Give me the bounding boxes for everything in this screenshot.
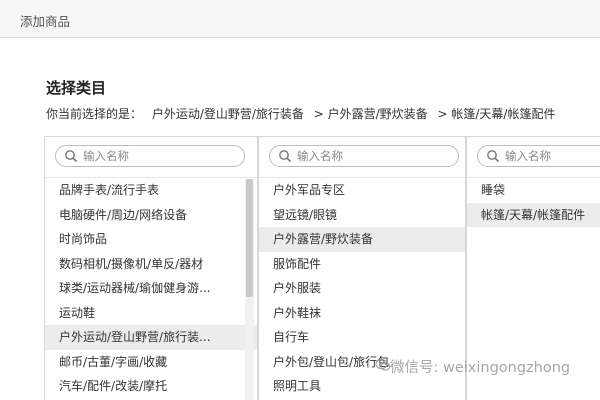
list-item-selected[interactable]: 户外运动/登山野营/旅行装... — [45, 325, 257, 350]
list-item-selected[interactable]: 户外露营/野炊装备 — [259, 227, 465, 252]
search-input[interactable] — [505, 147, 600, 165]
breadcrumb-item: > 户外露营/野炊装备 — [313, 107, 428, 121]
list-item[interactable]: 睡袋 — [467, 178, 600, 203]
list-item[interactable]: 运动鞋 — [45, 301, 257, 326]
list-item[interactable]: 户外鞋袜 — [259, 301, 465, 326]
category-list: 品牌手表/流行手表 电脑硬件/周边/网络设备 时尚饰品 数码相机/摄像机/单反/… — [45, 177, 257, 399]
search-icon — [65, 150, 78, 163]
search-box[interactable] — [269, 145, 459, 167]
breadcrumb-prefix: 你当前选择的是： — [46, 107, 143, 121]
watermark: 微信号: weixingongzhong — [390, 360, 571, 376]
breadcrumb-item: 户外运动/登山野营/旅行装备 — [151, 107, 304, 121]
list-item[interactable]: 自行车 — [259, 325, 465, 350]
wechat-icon — [375, 358, 391, 371]
list-item[interactable]: 品牌手表/流行手表 — [45, 178, 257, 203]
scrollbar-thumb[interactable] — [246, 179, 253, 297]
list-item[interactable]: 邮币/古董/字画/收藏 — [45, 350, 257, 375]
list-item[interactable]: 球类/运动器械/瑜伽健身游... — [45, 276, 257, 301]
list-item[interactable]: 户外军品专区 — [259, 178, 465, 203]
list-item-selected[interactable]: 帐篷/天幕/帐篷配件 — [467, 202, 600, 227]
window-titlebar: 添加商品 — [0, 0, 600, 38]
scrollbar[interactable] — [245, 179, 254, 400]
category-column-1: 品牌手表/流行手表 电脑硬件/周边/网络设备 时尚饰品 数码相机/摄像机/单反/… — [44, 136, 258, 400]
list-item[interactable]: 照明工具 — [259, 374, 465, 399]
search-box[interactable] — [477, 145, 600, 167]
list-item[interactable]: 电脑硬件/周边/网络设备 — [45, 203, 257, 228]
section-title: 选择类目 — [46, 79, 107, 97]
list-item[interactable]: 时尚饰品 — [45, 227, 257, 252]
window-title: 添加商品 — [20, 14, 71, 29]
list-item[interactable]: 数码相机/摄像机/单反/器材 — [45, 252, 257, 277]
list-item[interactable]: 户外服装 — [259, 276, 465, 301]
list-item[interactable]: 汽车/配件/改装/摩托 — [45, 374, 257, 399]
breadcrumb-item: > 帐篷/天幕/帐篷配件 — [437, 107, 556, 121]
search-input[interactable] — [297, 147, 437, 165]
search-box[interactable] — [55, 145, 245, 167]
list-item[interactable]: 服饰配件 — [259, 252, 465, 277]
breadcrumb: 你当前选择的是： 户外运动/登山野营/旅行装备 > 户外露营/野炊装备 > 帐篷… — [46, 105, 561, 122]
search-icon — [279, 150, 292, 163]
list-item[interactable]: 望远镜/眼镜 — [259, 203, 465, 228]
search-input[interactable] — [83, 147, 223, 165]
search-icon — [487, 150, 500, 163]
category-list: 睡袋 帐篷/天幕/帐篷配件 — [467, 177, 600, 227]
